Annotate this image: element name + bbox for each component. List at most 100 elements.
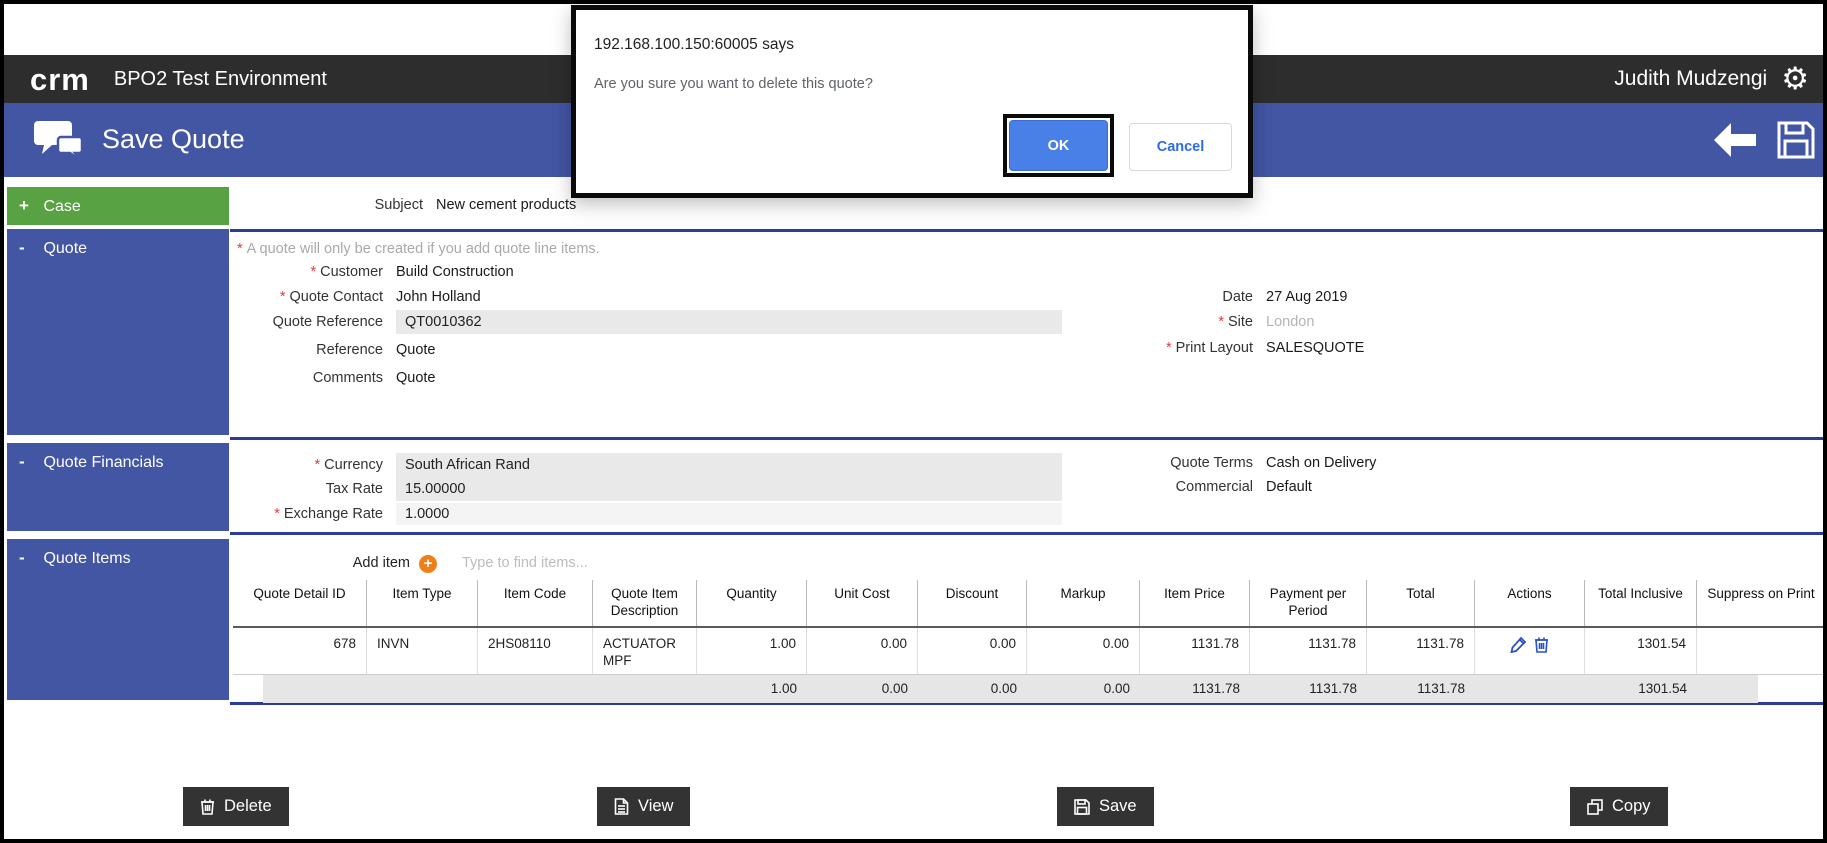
customer-label: * Customer <box>310 264 383 280</box>
col-quote-detail-id: Quote Detail ID <box>233 580 367 626</box>
comments-field[interactable]: Quote <box>396 368 436 388</box>
button-label: Copy <box>1612 797 1651 815</box>
quote-items-section: Add item + Quote Detail ID Item Type Ite… <box>233 535 1825 703</box>
environment-title: BPO2 Test Environment <box>113 67 327 90</box>
cell-unit-cost: 0.00 <box>807 628 918 674</box>
document-icon <box>614 798 629 815</box>
date-label: Date <box>1222 289 1253 305</box>
required-marker: * <box>310 264 317 280</box>
crm-logo: crm <box>30 61 90 97</box>
sidebar-item-label: Quote <box>43 240 88 257</box>
dialog-title: 192.168.100.150:60005 says <box>594 36 794 53</box>
sidebar-item-case[interactable]: + Case <box>7 187 229 225</box>
col-unit-cost: Unit Cost <box>807 580 918 626</box>
save-floppy-icon[interactable] <box>1776 120 1816 165</box>
total-total: 1131.78 <box>1417 681 1465 696</box>
col-total: Total <box>1367 580 1475 626</box>
button-label: Save <box>1099 797 1137 815</box>
commercial-field[interactable]: Default <box>1266 477 1312 497</box>
print-layout-label: * Print Layout <box>1165 340 1253 356</box>
total-item-price: 1131.78 <box>1192 681 1240 696</box>
print-layout-field[interactable]: SALESQUOTE <box>1266 338 1364 358</box>
chat-bubbles-icon <box>34 117 86 168</box>
total-cell <box>478 675 593 703</box>
page-title: Save Quote <box>102 124 245 154</box>
cell-item-type: INVN <box>367 628 478 674</box>
cell-total-inclusive: 1301.54 <box>1585 628 1697 674</box>
total-payment-per-period: 1131.78 <box>1309 681 1357 696</box>
required-marker: * <box>237 241 243 257</box>
sidebar-item-quote-items[interactable]: - Quote Items <box>7 539 229 700</box>
sidebar-item-quote-financials[interactable]: - Quote Financials <box>7 443 229 531</box>
delete-trash-icon[interactable] <box>1534 636 1549 653</box>
col-quantity: Quantity <box>697 580 807 626</box>
cell-payment-per-period: 1131.78 <box>1250 628 1367 674</box>
quote-items-table: Quote Detail ID Item Type Item Code Quot… <box>233 580 1825 703</box>
date-field[interactable]: 27 Aug 2019 <box>1266 287 1347 307</box>
subject-field[interactable]: New cement products <box>436 195 576 215</box>
total-quantity: 1.00 <box>770 681 797 696</box>
cell-markup: 0.00 <box>1027 628 1140 674</box>
exchange-rate-label: * Exchange Rate <box>274 506 383 522</box>
ok-button[interactable]: OK <box>1009 120 1108 171</box>
col-actions: Actions <box>1475 580 1585 626</box>
sidebar-item-label: Quote Financials <box>43 454 164 471</box>
col-quote-item-description: Quote Item Description <box>593 580 697 626</box>
site-label: * Site <box>1218 314 1253 330</box>
total-cell <box>233 675 367 703</box>
collapse-icon[interactable]: - <box>19 548 39 568</box>
quote-note: A quote will only be created if you add … <box>246 241 600 257</box>
table-header-row: Quote Detail ID Item Type Item Code Quot… <box>233 580 1825 628</box>
total-discount: 0.00 <box>990 681 1017 696</box>
total-cell <box>367 675 478 703</box>
cell-quantity: 1.00 <box>697 628 807 674</box>
table-row: 678 INVN 2HS08110 ACTUATOR MPF 1.00 0.00… <box>233 628 1825 674</box>
sidebar-item-label: Quote Items <box>43 550 131 567</box>
item-search-input[interactable] <box>460 554 784 572</box>
edit-pencil-icon[interactable] <box>1510 636 1527 653</box>
delete-button[interactable]: Delete <box>183 787 289 826</box>
cell-item-price: 1131.78 <box>1140 628 1250 674</box>
cell-suppress-on-print <box>1697 628 1825 674</box>
add-item-button[interactable]: + <box>419 554 437 573</box>
confirm-dialog: 192.168.100.150:60005 says Are you sure … <box>571 5 1253 198</box>
quote-terms-field[interactable]: Cash on Delivery <box>1266 453 1376 473</box>
col-suppress-on-print: Suppress on Print <box>1707 586 1815 601</box>
commercial-label: Commercial <box>1175 479 1253 495</box>
col-discount: Discount <box>918 580 1027 626</box>
col-total-inclusive: Total Inclusive <box>1585 580 1697 626</box>
view-button[interactable]: View <box>597 787 691 826</box>
cancel-button[interactable]: Cancel <box>1129 123 1232 171</box>
dialog-message: Are you sure you want to delete this quo… <box>594 76 873 92</box>
sidebar-item-quote[interactable]: - Quote <box>7 229 229 435</box>
total-markup: 0.00 <box>1103 681 1130 696</box>
cell-discount: 0.00 <box>918 628 1027 674</box>
collapse-icon[interactable]: - <box>19 452 39 472</box>
button-label: Delete <box>224 797 272 815</box>
comments-label: Comments <box>312 370 383 386</box>
col-item-type: Item Type <box>367 580 478 626</box>
col-item-code: Item Code <box>478 580 593 626</box>
user-name[interactable]: Judith Mudzengi <box>1614 67 1767 91</box>
back-arrow-icon[interactable] <box>1714 123 1756 162</box>
ok-button-highlight: OK <box>1003 114 1114 177</box>
gear-icon[interactable]: ⚙ <box>1781 63 1809 95</box>
expand-icon[interactable]: + <box>19 196 39 216</box>
collapse-icon[interactable]: - <box>19 238 39 258</box>
cell-total: 1131.78 <box>1367 628 1475 674</box>
exchange-rate-field[interactable]: 1.0000 <box>396 503 1062 525</box>
site-field[interactable]: London <box>1266 312 1314 332</box>
copy-button[interactable]: Copy <box>1570 787 1668 826</box>
cell-item-code: 2HS08110 <box>478 628 593 674</box>
total-inclusive: 1301.54 <box>1638 681 1687 696</box>
required-marker: * <box>274 506 280 522</box>
col-item-price: Item Price <box>1140 580 1250 626</box>
required-marker: * <box>1165 340 1172 356</box>
col-payment-per-period: Payment per Period <box>1250 580 1367 626</box>
customer-field[interactable]: Build Construction <box>396 262 514 282</box>
save-icon <box>1074 798 1090 815</box>
save-button[interactable]: Save <box>1057 787 1154 826</box>
quote-financials-section: * Currency South African Rand Tax Rate 15… <box>233 440 1822 532</box>
total-cell <box>1697 675 1825 703</box>
add-item-label: Add item <box>352 555 410 571</box>
